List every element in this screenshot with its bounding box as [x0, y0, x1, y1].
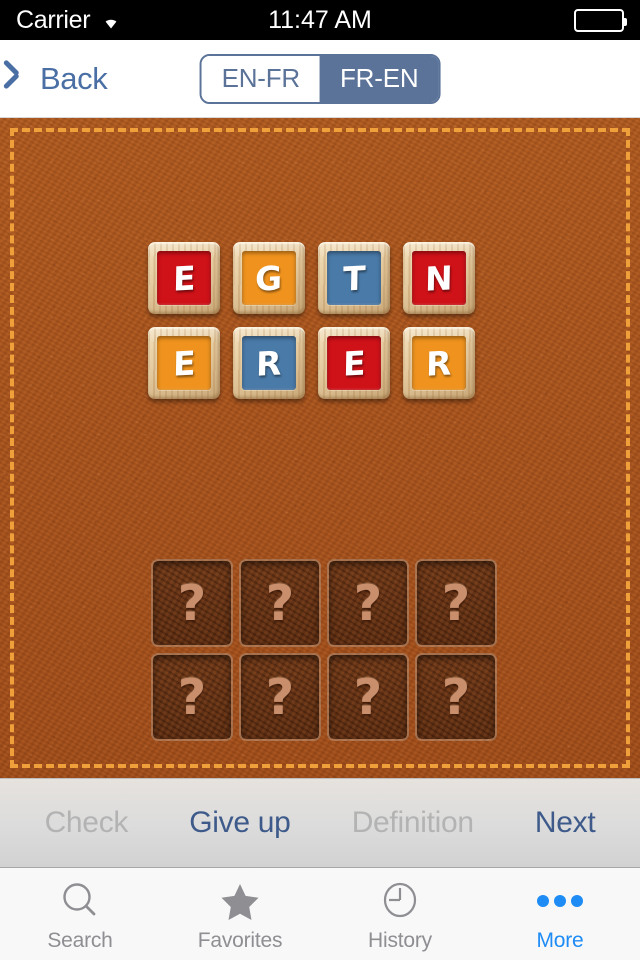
question-mark-icon: ?	[177, 668, 207, 726]
app-root: Carrier 11:47 AM Back EN-FR FR-EN E G T …	[0, 0, 640, 960]
chevron-left-icon	[16, 64, 33, 94]
answer-slot[interactable]: ?	[236, 650, 324, 744]
letter-tile-letter: E	[342, 342, 366, 384]
question-mark-icon: ?	[441, 668, 471, 726]
tab-search[interactable]: Search	[0, 868, 160, 960]
letter-tile-face: E	[157, 336, 211, 390]
tab-more-label: More	[536, 929, 584, 952]
tab-favorites-label: Favorites	[197, 929, 283, 952]
letter-tile-letter: E	[172, 257, 196, 299]
tab-search-label: Search	[47, 929, 113, 952]
answer-slot[interactable]: ?	[412, 650, 500, 744]
battery-icon	[574, 8, 627, 32]
question-mark-icon: ?	[353, 574, 383, 632]
letter-tile[interactable]: E	[148, 327, 220, 399]
back-button-label: Back	[40, 60, 108, 96]
answer-slot[interactable]: ?	[324, 556, 412, 650]
status-bar-right	[574, 8, 627, 32]
question-mark-icon: ?	[177, 574, 207, 632]
letter-tile[interactable]: R	[403, 327, 475, 399]
letter-tile[interactable]: E	[148, 242, 220, 314]
letter-tile-letter: R	[425, 342, 453, 384]
tab-more[interactable]: More	[480, 868, 640, 960]
status-bar-left: Carrier	[16, 6, 123, 35]
segment-en-fr[interactable]: EN-FR	[201, 56, 320, 102]
carrier-label: Carrier	[16, 5, 91, 34]
letter-tile-letter: G	[255, 257, 283, 299]
answer-slot[interactable]: ?	[324, 650, 412, 744]
question-mark-icon: ?	[265, 574, 295, 632]
tab-history[interactable]: History	[320, 868, 480, 960]
letter-tile-face: E	[157, 251, 211, 305]
answer-slot-grid: ? ? ? ? ? ? ? ?	[148, 556, 500, 744]
definition-button[interactable]: Definition	[352, 806, 474, 840]
letter-tile-letter: N	[424, 257, 454, 299]
tab-history-label: History	[368, 929, 432, 952]
ellipsis-icon	[532, 879, 588, 923]
give-up-button[interactable]: Give up	[189, 806, 291, 840]
star-icon	[218, 879, 262, 923]
letter-tile[interactable]: T	[318, 242, 390, 314]
back-button[interactable]: Back	[0, 60, 108, 97]
letter-tile-letter: R	[255, 342, 283, 384]
letter-tile[interactable]: E	[318, 327, 390, 399]
search-icon	[58, 879, 102, 923]
letter-tile-face: T	[327, 251, 381, 305]
letter-tile-grid: E G T N E R E R	[148, 242, 475, 399]
answer-slot[interactable]: ?	[148, 556, 236, 650]
letter-tile-face: R	[412, 336, 466, 390]
action-toolbar: Check Give up Definition Next	[0, 778, 640, 868]
letter-tile-face: N	[412, 251, 466, 305]
letter-tile-letter: T	[342, 257, 366, 299]
letter-tile-face: R	[242, 336, 296, 390]
check-button[interactable]: Check	[45, 806, 129, 840]
letter-tile[interactable]: G	[233, 242, 305, 314]
answer-slot[interactable]: ?	[236, 556, 324, 650]
navigation-bar: Back EN-FR FR-EN	[0, 40, 640, 118]
question-mark-icon: ?	[353, 668, 383, 726]
clock-icon	[378, 879, 422, 923]
question-mark-icon: ?	[265, 668, 295, 726]
letter-tile[interactable]: R	[233, 327, 305, 399]
game-board: E G T N E R E R ? ? ? ? ? ? ? ?	[0, 118, 640, 778]
segment-fr-en[interactable]: FR-EN	[320, 56, 439, 102]
status-bar: Carrier 11:47 AM	[0, 0, 640, 40]
language-direction-segmented-control[interactable]: EN-FR FR-EN	[199, 54, 441, 104]
tab-bar: Search Favorites History More	[0, 868, 640, 960]
letter-tile[interactable]: N	[403, 242, 475, 314]
question-mark-icon: ?	[441, 574, 471, 632]
letter-tile-face: G	[242, 251, 296, 305]
letter-tile-face: E	[327, 336, 381, 390]
letter-tile-letter: E	[172, 342, 196, 384]
next-button[interactable]: Next	[535, 806, 596, 840]
answer-slot[interactable]: ?	[148, 650, 236, 744]
answer-slot[interactable]: ?	[412, 556, 500, 650]
wifi-icon	[99, 11, 123, 30]
tab-favorites[interactable]: Favorites	[160, 868, 320, 960]
